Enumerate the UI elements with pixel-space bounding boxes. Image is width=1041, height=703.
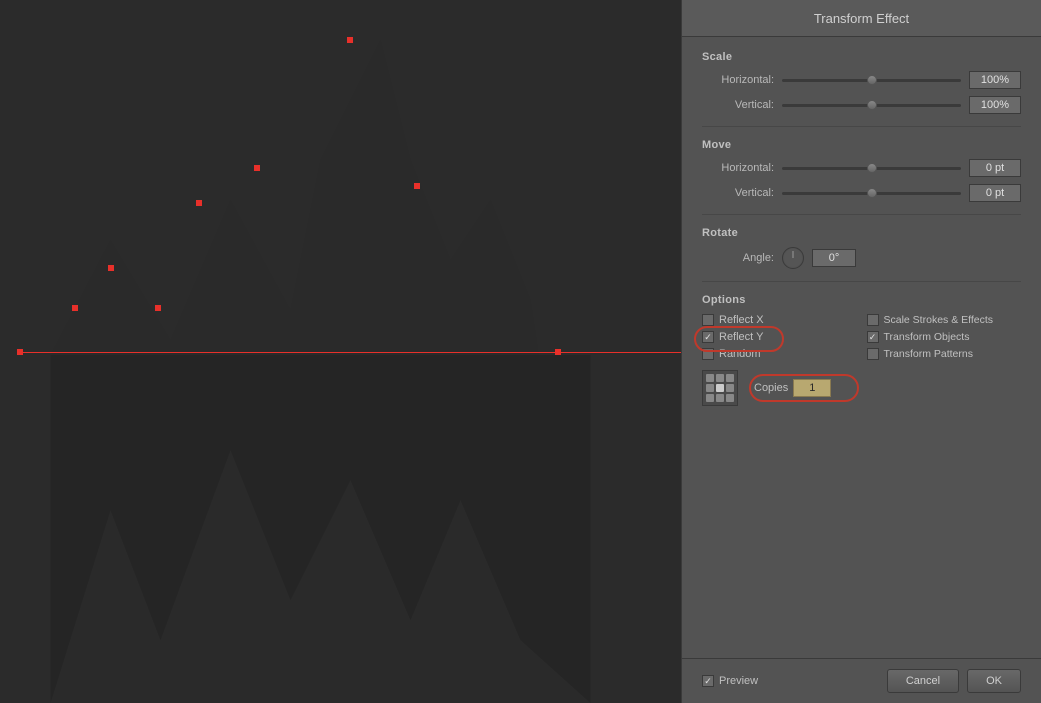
reflect-x-label: Reflect X [719, 314, 764, 326]
copies-wrapper: Copies [754, 379, 831, 397]
move-horizontal-input[interactable] [969, 159, 1021, 177]
scale-vertical-input[interactable] [969, 96, 1021, 114]
move-horizontal-label: Horizontal: [702, 162, 774, 174]
reflect-y-checkbox[interactable] [702, 331, 714, 343]
reflect-y-label: Reflect Y [719, 331, 763, 343]
copies-input[interactable] [793, 379, 831, 397]
move-horizontal-track [782, 167, 961, 170]
scale-horizontal-slider[interactable] [782, 73, 961, 87]
canvas-area [0, 0, 681, 703]
anchor-point-5 [254, 165, 260, 171]
cancel-button[interactable]: Cancel [887, 669, 959, 693]
scale-vertical-slider[interactable] [782, 98, 961, 112]
scale-horizontal-input[interactable] [969, 71, 1021, 89]
rotate-angle-row: Angle: [702, 247, 1021, 269]
random-label: Random [719, 348, 761, 360]
angle-dial-indicator [793, 251, 794, 258]
anchor-point-6 [196, 200, 202, 206]
anchor-point-1 [17, 349, 23, 355]
move-horizontal-thumb[interactable] [867, 163, 877, 173]
preview-row: Preview [702, 675, 758, 687]
anchor-point-3 [347, 37, 353, 43]
scale-vertical-row: Vertical: [702, 96, 1021, 114]
reflect-y-wrapper: Reflect Y [702, 331, 857, 343]
ref-dot-7[interactable] [706, 394, 714, 402]
move-vertical-input[interactable] [969, 184, 1021, 202]
reflect-y-row: Reflect Y [702, 331, 857, 343]
anchor-point-2 [555, 349, 561, 355]
anchor-point-4 [414, 183, 420, 189]
ok-button[interactable]: OK [967, 669, 1021, 693]
transform-patterns-checkbox[interactable] [867, 348, 879, 360]
rotate-section-label: Rotate [702, 227, 1021, 239]
move-horizontal-slider[interactable] [782, 161, 961, 175]
reference-point-grid[interactable] [702, 370, 738, 406]
move-horizontal-row: Horizontal: [702, 159, 1021, 177]
scale-horizontal-label: Horizontal: [702, 74, 774, 86]
reflect-x-checkbox-row: Reflect X [702, 314, 857, 326]
panel-title: Transform Effect [814, 11, 909, 26]
copies-label: Copies [754, 382, 788, 394]
scale-strokes-checkbox-row: Scale Strokes & Effects [867, 314, 1022, 326]
random-checkbox[interactable] [702, 348, 714, 360]
panel-body: Scale Horizontal: Vertical: Move Horiz [682, 37, 1041, 658]
random-row: Random [702, 348, 857, 360]
scale-vertical-track [782, 104, 961, 107]
move-vertical-row: Vertical: [702, 184, 1021, 202]
transform-effect-panel: Transform Effect Scale Horizontal: Verti… [681, 0, 1041, 703]
ref-dot-9[interactable] [726, 394, 734, 402]
ref-dot-8[interactable] [716, 394, 724, 402]
anchor-point-8 [155, 305, 161, 311]
footer-buttons: Cancel OK [887, 669, 1021, 693]
ref-dot-2[interactable] [716, 374, 724, 382]
options-section-label: Options [702, 294, 1021, 306]
anchor-point-7 [108, 265, 114, 271]
scale-vertical-label: Vertical: [702, 99, 774, 111]
transform-objects-label: Transform Objects [884, 331, 970, 343]
divider-3 [702, 281, 1021, 282]
red-guide-line [20, 352, 681, 353]
ref-dot-1[interactable] [706, 374, 714, 382]
move-vertical-track [782, 192, 961, 195]
ref-dot-4[interactable] [706, 384, 714, 392]
transform-patterns-checkbox-row: Transform Patterns [867, 348, 1022, 360]
scale-strokes-row: Scale Strokes & Effects [867, 314, 1022, 326]
preview-checkbox[interactable] [702, 675, 714, 687]
move-vertical-slider[interactable] [782, 186, 961, 200]
rotate-angle-input[interactable] [812, 249, 856, 267]
reflect-x-checkbox[interactable] [702, 314, 714, 326]
scale-strokes-checkbox[interactable] [867, 314, 879, 326]
move-vertical-label: Vertical: [702, 187, 774, 199]
ref-dot-6[interactable] [726, 384, 734, 392]
anchor-point-9 [72, 305, 78, 311]
divider-1 [702, 126, 1021, 127]
transform-objects-row: Transform Objects [867, 331, 1022, 343]
scale-vertical-thumb[interactable] [867, 100, 877, 110]
transform-objects-checkbox[interactable] [867, 331, 879, 343]
rotate-angle-label: Angle: [702, 252, 774, 264]
scale-horizontal-track [782, 79, 961, 82]
angle-dial[interactable] [782, 247, 804, 269]
random-checkbox-row: Random [702, 348, 857, 360]
preview-label: Preview [719, 675, 758, 687]
reflect-x-row: Reflect X [702, 314, 857, 326]
options-grid: Reflect X Scale Strokes & Effects Reflec… [702, 314, 1021, 360]
transform-objects-checkbox-row: Transform Objects [867, 331, 1022, 343]
scale-horizontal-row: Horizontal: [702, 71, 1021, 89]
panel-footer: Preview Cancel OK [682, 658, 1041, 703]
ref-dot-5[interactable] [716, 384, 724, 392]
move-section-label: Move [702, 139, 1021, 151]
scale-horizontal-thumb[interactable] [867, 75, 877, 85]
divider-2 [702, 214, 1021, 215]
scale-section-label: Scale [702, 51, 1021, 63]
move-vertical-thumb[interactable] [867, 188, 877, 198]
ref-dot-3[interactable] [726, 374, 734, 382]
transform-patterns-row: Transform Patterns [867, 348, 1022, 360]
transform-patterns-label: Transform Patterns [884, 348, 973, 360]
panel-title-bar: Transform Effect [682, 0, 1041, 37]
scale-strokes-label: Scale Strokes & Effects [884, 314, 994, 326]
